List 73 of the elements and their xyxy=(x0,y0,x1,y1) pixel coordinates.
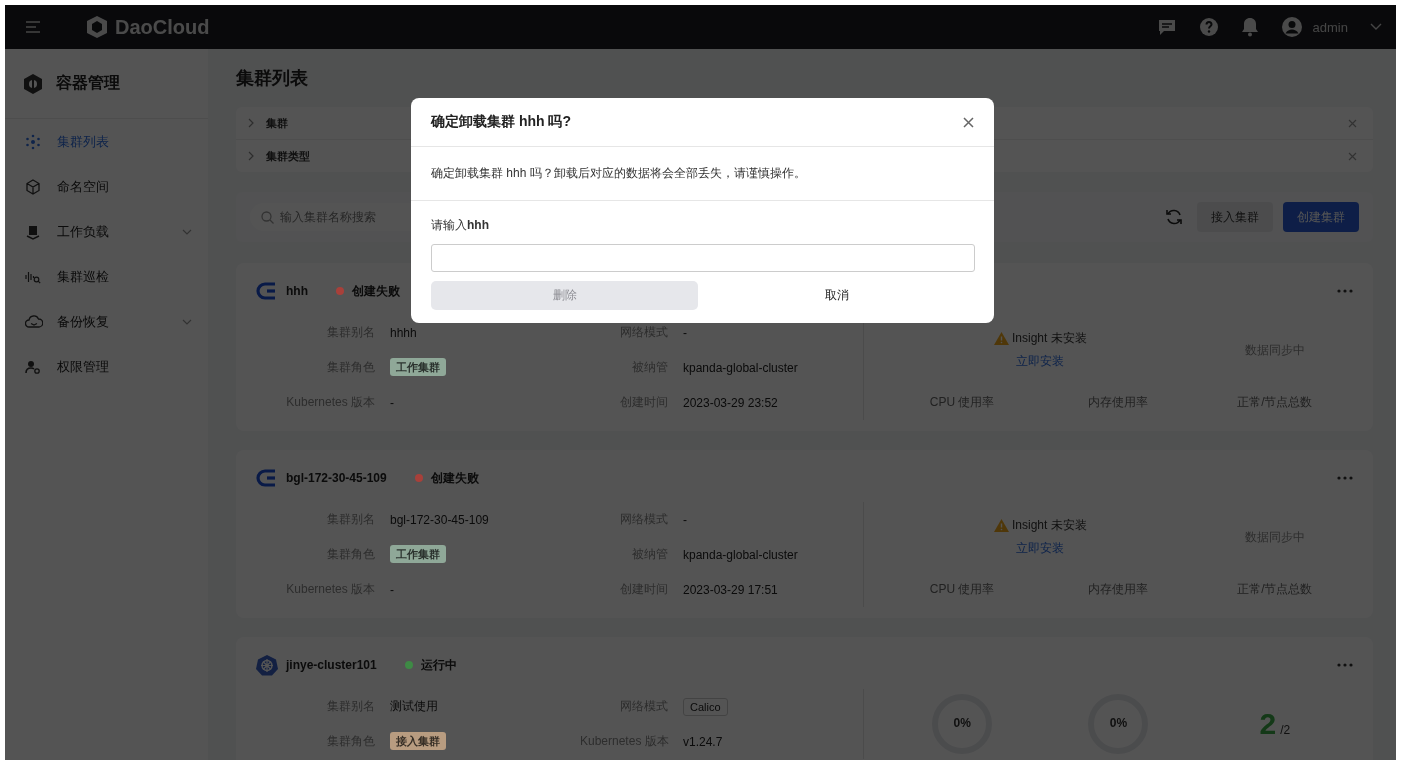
chevron-icon[interactable] xyxy=(248,151,254,161)
total-nodes: /2 xyxy=(1280,723,1291,737)
sidebar-item[interactable]: 集群列表 xyxy=(5,119,208,164)
more-icon[interactable] xyxy=(1337,476,1353,480)
cloud-icon xyxy=(25,313,43,330)
warning-icon xyxy=(993,332,1009,345)
close-icon[interactable] xyxy=(963,116,974,128)
caret-icon[interactable] xyxy=(1370,23,1382,31)
install-link[interactable]: 立即安装 xyxy=(1016,353,1065,370)
c-logo-icon xyxy=(256,467,278,489)
network-icon xyxy=(25,133,41,150)
status-text: 运行中 xyxy=(420,656,457,674)
field-value: v1.24.7 xyxy=(683,734,723,749)
more-icon[interactable] xyxy=(1337,289,1353,293)
field-value: 测试使用 xyxy=(390,699,438,713)
ready-nodes: 2 xyxy=(1259,707,1277,741)
hexagon-icon xyxy=(22,72,44,95)
chevron-icon[interactable] xyxy=(248,118,254,128)
sidebar-item[interactable]: 权限管理 xyxy=(5,344,208,389)
field-value: 2023-03-29 17:51 xyxy=(683,582,778,597)
dialog-message: 确定卸载集群 hhh 吗？卸载后对应的数据将会全部丢失，请谨慎操作。 xyxy=(411,147,994,201)
cancel-button[interactable]: 取消 xyxy=(698,281,975,310)
filter-label[interactable]: 集群类型 xyxy=(266,148,310,164)
sidebar-item[interactable]: 集群巡检 xyxy=(5,254,208,299)
sidebar-item[interactable]: 备份恢复 xyxy=(5,299,208,344)
module-title: 容器管理 xyxy=(56,73,120,93)
filter-label[interactable]: 集群 xyxy=(266,115,288,131)
page-title: 集群列表 xyxy=(236,67,309,90)
warning-icon xyxy=(993,519,1009,532)
role-tag: 接入集群 xyxy=(390,732,446,750)
field-value: kpanda-global-cluster xyxy=(683,547,798,562)
avatar-icon[interactable] xyxy=(1280,16,1303,38)
network-chip: Calico xyxy=(683,697,728,716)
refresh-icon[interactable] xyxy=(1165,208,1183,226)
field-value: - xyxy=(390,582,394,597)
cluster-name[interactable]: jinye-cluster101 xyxy=(286,658,377,672)
field-value: bgl-172-30-45-109 xyxy=(390,512,489,527)
install-link[interactable]: 立即安装 xyxy=(1016,540,1065,557)
field-value: hhhh xyxy=(390,325,417,340)
field-value: 2023-03-29 23:52 xyxy=(683,395,778,410)
user-gear-icon xyxy=(25,358,41,375)
more-icon[interactable] xyxy=(1337,663,1353,667)
field-value: kpanda-global-cluster xyxy=(683,360,798,375)
field-value: - xyxy=(683,512,687,527)
wheel-icon xyxy=(256,654,278,676)
sidebar-item[interactable]: 工作负载 xyxy=(5,209,208,254)
cluster-name[interactable]: bgl-172-30-45-109 xyxy=(286,471,387,485)
connect-button[interactable]: 接入集群 xyxy=(1197,202,1273,232)
role-tag: 工作集群 xyxy=(390,545,446,563)
field-value: - xyxy=(390,395,394,410)
brand-name: DaoCloud xyxy=(115,15,210,39)
bell-icon[interactable] xyxy=(1240,17,1259,37)
role-tag: 工作集群 xyxy=(390,358,446,376)
status-text: 创建失败 xyxy=(352,282,400,300)
chat-icon[interactable] xyxy=(1156,17,1177,37)
logo-icon xyxy=(85,15,109,39)
input-label: 请输入hhh xyxy=(431,217,490,234)
dialog-title: 确定卸载集群 hhh 吗? xyxy=(431,113,571,131)
field-value: - xyxy=(683,325,687,340)
cube-icon xyxy=(25,178,41,195)
status-text: 创建失败 xyxy=(430,469,479,487)
insight-status: Insight 未安装 xyxy=(1011,517,1087,534)
insight-status: Insight 未安装 xyxy=(1011,330,1087,347)
cluster-name[interactable]: hhh xyxy=(286,284,308,298)
c-logo-icon xyxy=(256,280,278,302)
sidebar-item[interactable]: 命名空间 xyxy=(5,164,208,209)
search-icon xyxy=(261,211,274,224)
confirm-input[interactable] xyxy=(431,244,975,272)
layers-icon xyxy=(25,223,41,240)
menu-icon[interactable] xyxy=(25,20,41,34)
gauge-value: 0% xyxy=(1108,716,1129,730)
gauge-value: 0% xyxy=(952,716,972,730)
help-icon[interactable] xyxy=(1198,17,1219,37)
